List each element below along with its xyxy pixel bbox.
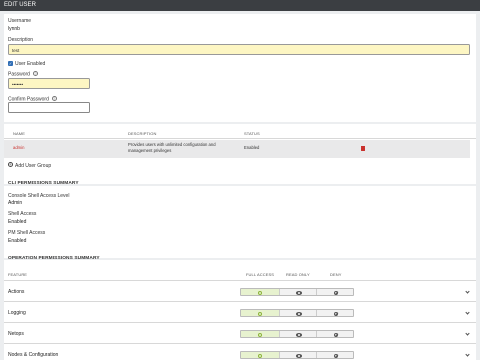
full-access-icon: [258, 354, 262, 358]
full-access-icon: [258, 312, 262, 316]
col-header-description: DESCRIPTION: [128, 131, 157, 136]
console-shell-label: Console Shell Access Level: [8, 193, 70, 199]
permission-toggle-netops: [240, 330, 354, 338]
deny-icon: [334, 332, 339, 338]
permission-toggle-actions: [240, 288, 354, 296]
console-shell-value: Admin: [8, 200, 23, 206]
pm-shell-value: Enabled: [8, 238, 27, 244]
pm-shell-label: PM Shell Access: [8, 230, 46, 236]
shell-access-value: Enabled: [8, 219, 27, 225]
full-access-icon: [258, 333, 262, 337]
full-access-option[interactable]: [241, 352, 279, 358]
eye-icon: [296, 312, 302, 316]
full-access-icon: [258, 291, 262, 295]
group-description: Provides users with unlimited configurat…: [128, 142, 216, 153]
user-enabled-checkbox[interactable]: ✓: [8, 61, 13, 66]
feature-netops: Netops: [8, 331, 24, 337]
username-label: Username: [8, 18, 32, 24]
deny-icon: [334, 353, 339, 359]
deny-icon: [334, 311, 339, 317]
confirm-password-input[interactable]: [8, 102, 90, 113]
ops-section-title: OPERATION PERMISSIONS SUMMARY: [8, 256, 100, 261]
col-header-read-only: READ ONLY: [286, 272, 310, 277]
add-user-group-button[interactable]: Add User Group: [15, 163, 51, 169]
row-divider: [4, 301, 476, 302]
col-header-deny: DENY: [330, 272, 342, 277]
table-row[interactable]: [4, 140, 470, 158]
deny-option[interactable]: [317, 331, 355, 338]
password-label: Password: [8, 71, 30, 78]
info-icon[interactable]: ?: [51, 96, 57, 101]
row-divider: [4, 322, 476, 323]
feature-actions: Actions: [8, 289, 25, 295]
user-enabled-label: User Enabled: [15, 61, 46, 67]
permission-toggle-logging: [240, 309, 354, 317]
row-divider: [4, 280, 476, 281]
group-status: Enabled: [244, 145, 260, 150]
delete-icon[interactable]: [360, 146, 365, 151]
page-title: EDIT USER: [4, 2, 36, 8]
deny-option[interactable]: [317, 310, 355, 317]
read-only-option[interactable]: [279, 352, 317, 358]
edit-user-page: Username lynnb Description test ✓ User E…: [0, 11, 476, 360]
eye-icon: [296, 354, 302, 358]
col-header-feature: FEATURE: [8, 272, 28, 277]
cli-permissions-card: [4, 186, 476, 258]
add-icon[interactable]: +: [8, 162, 13, 167]
permission-toggle-nodes-configuration: [240, 351, 354, 359]
full-access-option[interactable]: [241, 289, 279, 295]
row-divider: [4, 343, 476, 344]
read-only-option[interactable]: [279, 331, 317, 337]
feature-nodes-configuration: Nodes & Configuration: [8, 352, 59, 358]
eye-icon: [296, 291, 302, 295]
deny-option[interactable]: [317, 289, 355, 296]
header-bar: EDIT USER: [0, 0, 480, 11]
description-label: Description: [8, 37, 34, 43]
group-name-link[interactable]: admin: [13, 145, 24, 151]
scrollbar[interactable]: [476, 11, 480, 360]
deny-option[interactable]: [317, 352, 355, 359]
cli-section-title: CLI PERMISSIONS SUMMARY: [8, 181, 79, 186]
table-divider: [4, 138, 476, 139]
eye-icon: [296, 333, 302, 337]
shell-access-label: Shell Access: [8, 211, 37, 217]
read-only-option[interactable]: [279, 310, 317, 316]
username-value: lynnb: [8, 26, 20, 32]
full-access-option[interactable]: [241, 331, 279, 337]
password-label-wrap: Password?: [8, 71, 38, 78]
password-input[interactable]: •••••••: [8, 78, 90, 89]
read-only-option[interactable]: [279, 289, 317, 295]
col-header-full-access: FULL ACCESS: [246, 272, 275, 277]
description-input[interactable]: test: [8, 44, 470, 55]
col-header-status: STATUS: [244, 131, 260, 136]
deny-icon: [334, 290, 339, 296]
info-icon[interactable]: ?: [32, 71, 38, 76]
col-header-name: NAME: [13, 131, 25, 136]
full-access-option[interactable]: [241, 310, 279, 316]
feature-logging: Logging: [8, 310, 26, 316]
